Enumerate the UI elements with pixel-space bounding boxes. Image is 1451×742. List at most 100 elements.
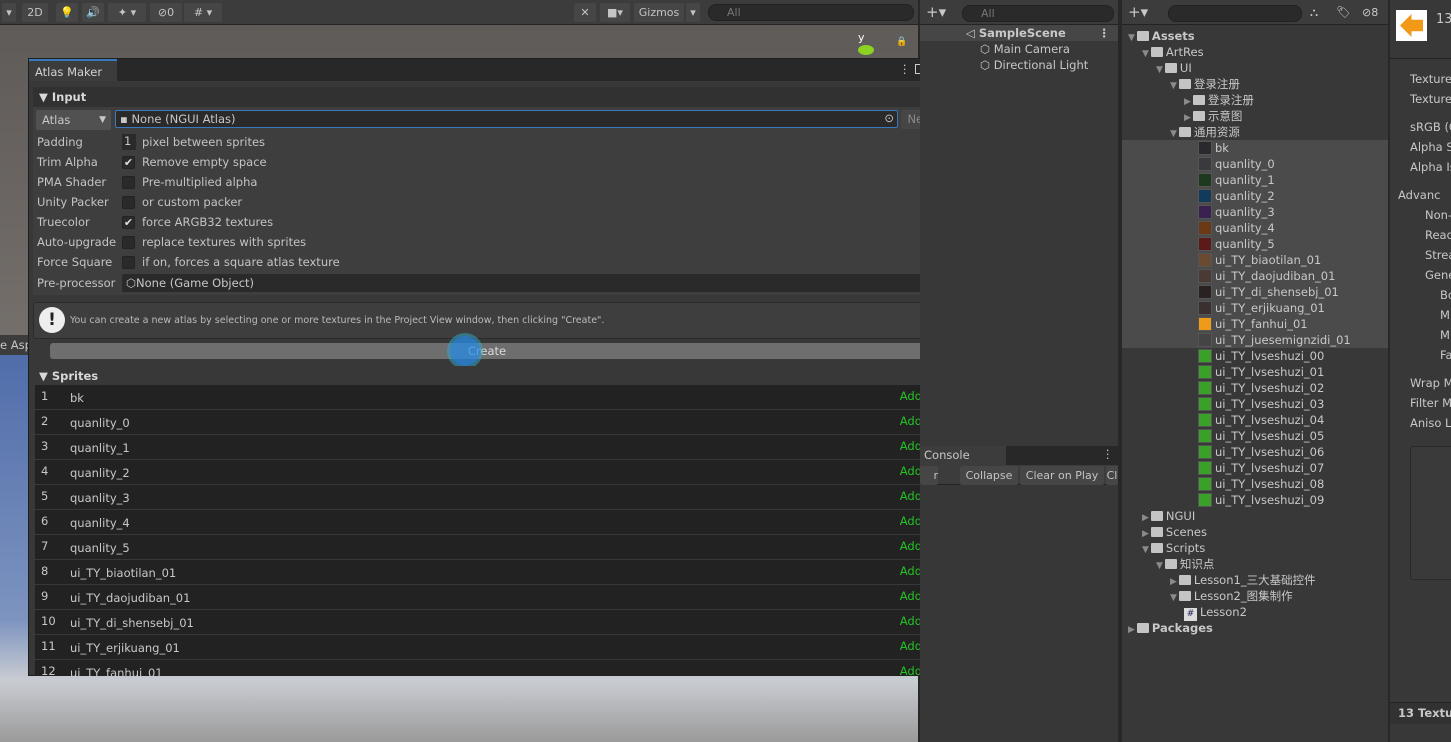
inspector-field-label[interactable]: Wrap M	[1410, 376, 1451, 390]
project-item[interactable]: ui_TY_juesemignzidi_01	[1198, 332, 1351, 348]
project-item[interactable]: quanlity_5	[1198, 236, 1275, 252]
add-sprite-button[interactable]: Add	[900, 489, 922, 503]
add-sprite-button[interactable]: Add	[900, 514, 922, 528]
option-checkbox[interactable]	[122, 236, 135, 249]
collapse-button[interactable]: Collapse	[960, 466, 1018, 485]
project-item[interactable]: ▼ Scripts	[1142, 540, 1205, 556]
project-item[interactable]: ui_TY_lvseshuzi_06	[1198, 444, 1324, 460]
inspector-field-label[interactable]: sRGB (C	[1410, 120, 1451, 134]
more-options-icon[interactable]: ⋮	[1099, 25, 1111, 41]
inspector-field-label[interactable]: Strea	[1425, 248, 1451, 262]
lock-icon[interactable]: 🔒	[896, 37, 907, 47]
foldout-arrow-icon[interactable]: ▼	[1156, 561, 1163, 571]
inspector-field-label[interactable]: Read	[1425, 228, 1451, 242]
padding-input[interactable]: 1	[122, 134, 136, 150]
hidden-packages-toggle[interactable]: ⊘8	[1362, 6, 1378, 19]
filter-by-label-icon[interactable]: 🏷	[1336, 5, 1351, 19]
add-sprite-button[interactable]: Add	[900, 464, 922, 478]
clear-on-build-button[interactable]: Cl	[1106, 466, 1118, 485]
inspector-field-label[interactable]: Texture	[1410, 72, 1451, 86]
project-item[interactable]: quanlity_1	[1198, 172, 1275, 188]
create-asset-button[interactable]: +▾	[1128, 3, 1148, 21]
camera-dropdown[interactable]: ■▾	[600, 3, 630, 22]
add-sprite-button[interactable]: Add	[900, 414, 922, 428]
add-object-button[interactable]: +▾	[926, 3, 946, 21]
inspector-field-label[interactable]: Bo	[1440, 288, 1451, 302]
tab-console[interactable]: Console	[920, 446, 1006, 465]
project-item[interactable]: ui_TY_lvseshuzi_01	[1198, 364, 1324, 380]
gizmos-button[interactable]: Gizmos	[634, 3, 684, 22]
project-item[interactable]: ▶ Lesson1_三大基础控件	[1170, 572, 1316, 588]
sprites-section-header[interactable]: ▼ Sprites	[33, 366, 941, 386]
lighting-toggle-icon[interactable]: 💡	[56, 3, 78, 22]
hierarchy-item[interactable]: ⬡ Directional Light	[980, 57, 1088, 73]
project-item[interactable]: ▼ 知识点	[1156, 556, 1214, 572]
project-item[interactable]: ui_TY_lvseshuzi_00	[1198, 348, 1324, 364]
clear-on-play-button[interactable]: Clear on Play	[1020, 466, 1104, 485]
project-item[interactable]: ▶ 登录注册	[1184, 92, 1254, 108]
project-item[interactable]: ui_TY_daojudiban_01	[1198, 268, 1335, 284]
clear-button[interactable]: r	[920, 466, 938, 485]
foldout-arrow-icon[interactable]: ▶	[1184, 113, 1191, 123]
inspector-field-label[interactable]: Alpha S	[1410, 140, 1451, 154]
tools-icon[interactable]: ✕	[574, 3, 596, 22]
scene-row[interactable]: ◁ SampleScene ⋮	[920, 25, 1118, 41]
project-item[interactable]: ui_TY_lvseshuzi_03	[1198, 396, 1324, 412]
project-search-input[interactable]	[1168, 5, 1302, 22]
project-item[interactable]: ▼ Lesson2_图集制作	[1170, 588, 1293, 604]
option-checkbox[interactable]	[122, 196, 135, 209]
project-item[interactable]: ▼ 通用资源	[1170, 124, 1240, 140]
effects-toggle-icon[interactable]: ✦ ▾	[108, 3, 146, 22]
atlas-type-dropdown[interactable]: Atlas ▼	[36, 110, 111, 130]
foldout-arrow-icon[interactable]: ▶	[1184, 97, 1191, 107]
project-item[interactable]: ▶ Scenes	[1142, 524, 1207, 540]
foldout-arrow-icon[interactable]: ▼	[1142, 545, 1149, 555]
scene-gizmo-cone[interactable]	[858, 45, 874, 55]
foldout-arrow-icon[interactable]: ▼	[1170, 129, 1177, 139]
project-item[interactable]: quanlity_0	[1198, 156, 1275, 172]
project-item[interactable]: quanlity_2	[1198, 188, 1275, 204]
project-item[interactable]: ui_TY_lvseshuzi_05	[1198, 428, 1324, 444]
inspector-field-label[interactable]: M	[1440, 308, 1450, 322]
preprocessor-field[interactable]: ⬡None (Game Object)⊙	[122, 274, 941, 292]
more-options-icon[interactable]: ⋮	[899, 62, 911, 76]
add-sprite-button[interactable]: Add	[900, 639, 922, 653]
project-item[interactable]: ui_TY_lvseshuzi_09	[1198, 492, 1324, 508]
add-sprite-button[interactable]: Add	[900, 589, 922, 603]
project-item[interactable]: ▶ 示意图	[1184, 108, 1242, 124]
foldout-arrow-icon[interactable]: ▼	[1156, 65, 1163, 75]
advanced-foldout[interactable]: Advanc	[1398, 188, 1440, 202]
scene-gizmo-axis[interactable]: y	[858, 31, 865, 44]
scene-search-input[interactable]: All	[708, 4, 914, 21]
project-item[interactable]: ui_TY_biaotilan_01	[1198, 252, 1321, 268]
foldout-arrow-icon[interactable]: ▼	[1128, 33, 1135, 43]
foldout-arrow-icon[interactable]: ▶	[1142, 513, 1149, 523]
option-checkbox[interactable]: ✔	[122, 156, 135, 169]
inspector-field-label[interactable]: Alpha Is	[1410, 160, 1451, 174]
inspector-field-label[interactable]: Filter M	[1410, 396, 1451, 410]
project-item[interactable]: ui_TY_di_shensebj_01	[1198, 284, 1339, 300]
option-checkbox[interactable]: ✔	[122, 216, 135, 229]
aspect-dropdown[interactable]: e Asp	[0, 335, 28, 355]
project-item[interactable]: ▼ Assets	[1128, 28, 1195, 44]
foldout-arrow-icon[interactable]: ▼	[1170, 81, 1177, 91]
atlas-object-field[interactable]: ▪ None (NGUI Atlas) ⊙	[115, 110, 898, 128]
project-item[interactable]: # Lesson2	[1184, 604, 1247, 621]
project-item[interactable]: ui_TY_lvseshuzi_08	[1198, 476, 1324, 492]
project-item[interactable]: ui_TY_fanhui_01	[1198, 316, 1308, 332]
project-item[interactable]: ui_TY_lvseshuzi_04	[1198, 412, 1324, 428]
project-item[interactable]: ▼ UI	[1156, 60, 1192, 76]
project-item[interactable]: ui_TY_erjikuang_01	[1198, 300, 1325, 316]
project-item[interactable]: quanlity_4	[1198, 220, 1275, 236]
add-sprite-button[interactable]: Add	[900, 439, 922, 453]
hidden-objects-toggle[interactable]: ⊘0	[150, 3, 182, 22]
project-item[interactable]: ui_TY_lvseshuzi_07	[1198, 460, 1324, 476]
input-section-header[interactable]: ▼ Input	[33, 87, 941, 107]
inspector-field-label[interactable]: Fa	[1440, 348, 1451, 362]
project-item[interactable]: ▼ 登录注册	[1170, 76, 1240, 92]
create-button[interactable]: Create	[50, 343, 924, 359]
add-sprite-button[interactable]: Add	[900, 539, 922, 553]
audio-toggle-icon[interactable]: 🔊	[82, 3, 104, 22]
console-log-area[interactable]	[920, 485, 1118, 742]
option-checkbox[interactable]	[122, 176, 135, 189]
